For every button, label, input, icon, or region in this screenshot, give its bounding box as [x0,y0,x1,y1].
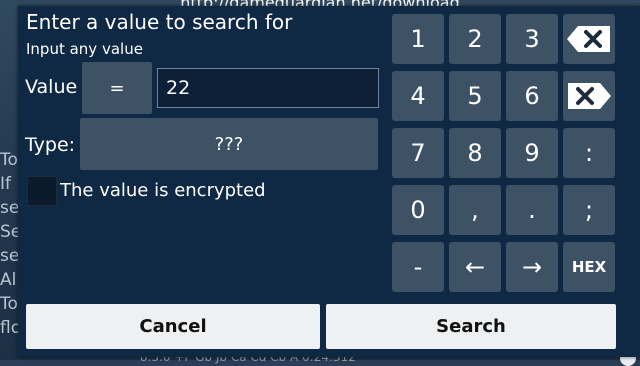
background-fragment: Al [0,270,17,290]
type-select-button[interactable]: ??? [80,118,378,170]
type-label: Type: [25,134,76,156]
value-label: Value [25,76,78,98]
background-fragment: If [0,174,11,194]
backspace-key[interactable] [563,14,615,64]
cancel-button[interactable]: Cancel [26,304,320,349]
clear-icon [568,83,611,109]
key-left-arrow[interactable]: ← [449,242,501,292]
encrypted-label: The value is encrypted [60,180,266,201]
key-6[interactable]: 6 [506,71,558,121]
value-input[interactable]: 22 [157,68,379,108]
background-fragment: To [0,150,18,170]
dialog-title: Enter a value to search for [26,10,293,34]
delete-key[interactable] [563,71,615,121]
key-3[interactable]: 3 [506,14,558,64]
key-0[interactable]: 0 [392,185,444,235]
encrypted-checkbox[interactable] [27,176,57,206]
key-4[interactable]: 4 [392,71,444,121]
background-fragment: flo [0,318,20,338]
search-value-dialog: Enter a value to search for Input any va… [18,6,640,357]
dialog-subtitle: Input any value [26,40,143,58]
key-minus[interactable]: - [392,242,444,292]
key-right-arrow[interactable]: → [506,242,558,292]
search-button[interactable]: Search [326,304,616,349]
key-8[interactable]: 8 [449,128,501,178]
background-text-fragments: To If se Se se Al To flo [0,148,20,340]
compare-operator-button[interactable]: = [82,62,152,114]
key-comma[interactable]: , [449,185,501,235]
key-1[interactable]: 1 [392,14,444,64]
background-fragment: se [0,198,20,218]
key-7[interactable]: 7 [392,128,444,178]
key-9[interactable]: 9 [506,128,558,178]
key-hex[interactable]: HEX [563,242,615,292]
key-2[interactable]: 2 [449,14,501,64]
key-colon[interactable]: : [563,128,615,178]
key-semicolon[interactable]: ; [563,185,615,235]
background-fragment: Se [0,222,20,242]
key-5[interactable]: 5 [449,71,501,121]
key-period[interactable]: . [506,185,558,235]
background-fragment: se [0,246,20,266]
backspace-icon [567,26,610,52]
background-fragment: To [0,294,18,314]
